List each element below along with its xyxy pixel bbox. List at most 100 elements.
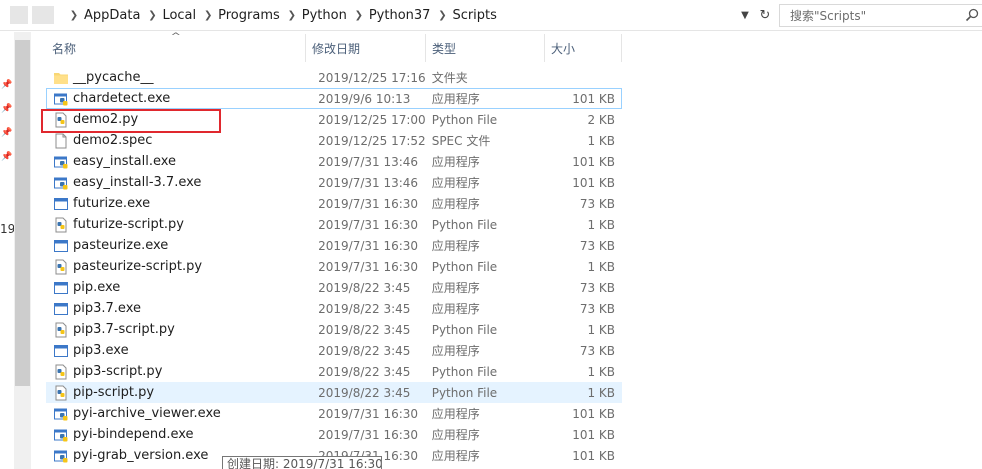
file-type: 应用程序 xyxy=(431,197,480,211)
python-file-icon xyxy=(53,364,69,380)
pin-icon[interactable]: 📌 xyxy=(1,152,12,162)
file-name: easy_install.exe xyxy=(73,154,177,169)
search-input[interactable] xyxy=(780,5,960,26)
file-type: 应用程序 xyxy=(431,302,480,316)
chevron-right-icon[interactable]: ❯ xyxy=(144,10,160,21)
file-name: pip3-script.py xyxy=(73,364,163,379)
search-box[interactable] xyxy=(779,4,982,27)
chevron-right-icon[interactable]: ❯ xyxy=(284,10,300,21)
file-name: easy_install-3.7.exe xyxy=(73,175,202,190)
file-name: pyi-bindepend.exe xyxy=(73,427,194,442)
file-size: 73 KB xyxy=(579,301,616,316)
file-type: 应用程序 xyxy=(431,239,480,253)
file-date: 2019/12/25 17:00 xyxy=(318,112,426,127)
address-dropdown-icon[interactable]: ▼ xyxy=(736,6,754,24)
file-name: pasteurize.exe xyxy=(73,238,169,253)
file-name: pip3.7.exe xyxy=(73,301,141,316)
python-file-icon xyxy=(53,385,69,401)
chevron-right-icon[interactable]: ❯ xyxy=(200,10,216,21)
breadcrumb: ❯ AppData ❯ Local ❯ Programs ❯ Python ❯ Python37 ❯… xyxy=(66,0,501,31)
file-row[interactable]: futurize.exe 2019/7/31 16:30 应用程序 73 KB xyxy=(46,193,622,214)
breadcrumb-label: Local xyxy=(162,8,197,23)
file-row[interactable]: pasteurize-script.py 2019/7/31 16:30 Pytho… xyxy=(46,256,622,277)
python-exe-icon xyxy=(53,406,69,422)
file-date: 2019/7/31 13:46 xyxy=(318,154,419,169)
file-name: pasteurize-script.py xyxy=(73,259,203,274)
nav-scrollbar-thumb[interactable] xyxy=(15,40,30,386)
chevron-right-icon[interactable]: ❯ xyxy=(434,10,450,21)
file-row[interactable]: easy_install-3.7.exe 2019/7/31 13:46 应用程序 1… xyxy=(46,172,622,193)
file-row[interactable]: futurize-script.py 2019/7/31 16:30 Python … xyxy=(46,214,622,235)
file-size: 101 KB xyxy=(572,91,616,106)
file-type: 文件夹 xyxy=(431,71,468,85)
breadcrumb-item[interactable]: ❯ Python xyxy=(284,0,351,31)
file-row[interactable]: pip-script.py 2019/8/22 3:45 Python File 1 … xyxy=(46,382,622,403)
exe-window-icon xyxy=(53,343,69,359)
file-size: 1 KB xyxy=(587,322,616,337)
file-row[interactable]: pyi-bindepend.exe 2019/7/31 16:30 应用程序 101 … xyxy=(46,424,622,445)
python-file-icon xyxy=(53,322,69,338)
pin-icon[interactable]: 📌 xyxy=(1,104,12,114)
file-type: Python File xyxy=(431,112,498,127)
file-name: pip3.7-script.py xyxy=(73,322,175,337)
file-row[interactable]: pip3.7.exe 2019/8/22 3:45 应用程序 73 KB xyxy=(46,298,622,319)
file-size: 73 KB xyxy=(579,196,616,211)
file-row[interactable]: pip.exe 2019/8/22 3:45 应用程序 73 KB xyxy=(46,277,622,298)
breadcrumb-item[interactable]: ❯ Programs xyxy=(200,0,284,31)
file-name: pyi-archive_viewer.exe xyxy=(73,406,221,421)
file-size: 1 KB xyxy=(587,133,616,148)
file-row[interactable]: chardetect.exe 2019/9/6 10:13 应用程序 101 KB xyxy=(46,88,622,109)
navigation-pane-edge: 📌 📌 📌 📌 xyxy=(0,32,14,469)
file-type: Python File xyxy=(431,322,498,337)
pin-icon[interactable]: 📌 xyxy=(1,128,12,138)
file-type: Python File xyxy=(431,259,498,274)
python-exe-icon xyxy=(53,427,69,443)
file-date: 2019/8/22 3:45 xyxy=(318,385,411,400)
file-date: 2019/8/22 3:45 xyxy=(318,280,411,295)
chevron-right-icon[interactable]: ❯ xyxy=(66,10,82,21)
file-date: 2019/7/31 16:30 xyxy=(318,217,419,232)
file-size: 1 KB xyxy=(587,385,616,400)
chevron-right-icon[interactable]: ❯ xyxy=(351,10,367,21)
breadcrumb-item[interactable]: ❯ Python37 xyxy=(351,0,435,31)
file-size: 73 KB xyxy=(579,238,616,253)
file-row[interactable]: demo2.spec 2019/12/25 17:52 SPEC 文件 1 KB xyxy=(46,130,622,151)
file-size: 73 KB xyxy=(579,280,616,295)
refresh-icon[interactable]: ↻ xyxy=(756,6,774,24)
file-size: 101 KB xyxy=(572,448,616,463)
file-date: 2019/7/31 16:30 xyxy=(318,259,419,274)
python-exe-icon xyxy=(53,175,69,191)
breadcrumb-item[interactable]: ❯ Scripts xyxy=(434,0,500,31)
column-header-size[interactable]: 大小 xyxy=(545,34,622,62)
file-type: 应用程序 xyxy=(431,176,480,190)
file-row[interactable]: __pycache__ 2019/12/25 17:16 文件夹 xyxy=(46,67,622,88)
file-name: futurize-script.py xyxy=(73,217,184,232)
file-row[interactable]: pip3-script.py 2019/8/22 3:45 Python File 1… xyxy=(46,361,622,382)
file-type: 应用程序 xyxy=(431,449,480,463)
file-size: 101 KB xyxy=(572,427,616,442)
blank-file-icon xyxy=(53,133,69,149)
file-size: 101 KB xyxy=(572,154,616,169)
file-row[interactable]: pyi-archive_viewer.exe 2019/7/31 16:30 应用程… xyxy=(46,403,622,424)
file-row[interactable]: pip3.exe 2019/8/22 3:45 应用程序 73 KB xyxy=(46,340,622,361)
search-icon[interactable] xyxy=(964,7,980,23)
blurred-nav-segment xyxy=(32,6,54,24)
file-type: Python File xyxy=(431,364,498,379)
breadcrumb-label: Python xyxy=(301,8,347,23)
file-row[interactable]: pasteurize.exe 2019/7/31 16:30 应用程序 73 KB xyxy=(46,235,622,256)
file-date: 2019/8/22 3:45 xyxy=(318,301,411,316)
file-date: 2019/7/31 13:46 xyxy=(318,175,419,190)
column-header-type[interactable]: 类型 xyxy=(426,34,545,62)
column-header-date[interactable]: 修改日期 xyxy=(306,34,426,62)
breadcrumb-item[interactable]: ❯ Local xyxy=(144,0,200,31)
red-highlight-box xyxy=(41,109,221,133)
file-size: 1 KB xyxy=(587,259,616,274)
python-exe-icon xyxy=(53,91,69,107)
file-date: 2019/7/31 16:30 xyxy=(318,427,419,442)
file-row[interactable]: pip3.7-script.py 2019/8/22 3:45 Python Fil… xyxy=(46,319,622,340)
file-type: Python File xyxy=(431,217,498,232)
column-header-name[interactable]: 名称 xyxy=(46,34,306,62)
pin-icon[interactable]: 📌 xyxy=(1,80,12,90)
breadcrumb-item[interactable]: ❯ AppData xyxy=(66,0,144,31)
file-row[interactable]: easy_install.exe 2019/7/31 13:46 应用程序 101 K… xyxy=(46,151,622,172)
